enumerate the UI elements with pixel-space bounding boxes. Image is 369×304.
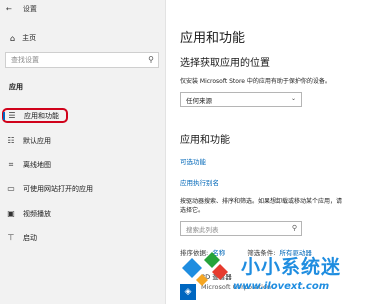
title-bar: ← 设置	[6, 3, 37, 15]
app-aliases-link[interactable]: 应用执行别名	[180, 177, 219, 187]
watermark-url: www.ilovext.com	[233, 281, 330, 292]
home-icon: ⌂	[10, 33, 16, 43]
sidebar-item-label: 视频播放	[23, 209, 51, 218]
apps-list-icon: ☰	[8, 111, 16, 120]
settings-sidebar: ← 设置 ⌂ 主页 查找设置 ⚲ 应用 ☰ 应用和功能 ☷ 默认应用 ⌗ 离线地…	[0, 0, 166, 304]
sidebar-item-label: 默认应用	[23, 136, 51, 145]
watermark-logo-icon	[182, 252, 228, 286]
default-apps-icon: ☷	[7, 136, 15, 145]
search-icon: ⚲	[148, 55, 154, 64]
back-arrow-icon[interactable]: ←	[6, 5, 12, 13]
sidebar-item-startup[interactable]: ⊤ 启动	[6, 230, 37, 245]
source-description: 仅安装 Microsoft Store 中的应用有助于保护你的设备。	[180, 78, 331, 85]
chevron-down-icon: ⌄	[290, 95, 296, 102]
sidebar-item-video-playback[interactable]: ▣ 视频播放	[6, 206, 51, 221]
map-icon: ⌗	[8, 159, 14, 169]
apps-search-placeholder: 搜索此列表	[186, 225, 219, 234]
settings-search-placeholder: 查找设置	[11, 56, 39, 64]
app-source-value: 任何来源	[186, 96, 212, 105]
watermark-brand: 小小系统迷	[241, 256, 342, 278]
sidebar-item-web-apps[interactable]: ▭ 可使用网站打开的应用	[6, 181, 93, 196]
search-icon: ⚲	[291, 224, 297, 232]
web-apps-icon: ▭	[7, 184, 15, 193]
home-label: 主页	[22, 34, 37, 42]
sidebar-item-label: 应用和功能	[24, 111, 59, 120]
sidebar-item-label: 离线地图	[23, 160, 51, 169]
app-source-select[interactable]: 任何来源 ⌄	[180, 92, 302, 107]
sidebar-item-default-apps[interactable]: ☷ 默认应用	[6, 133, 51, 148]
settings-search-input[interactable]: 查找设置 ⚲	[5, 52, 159, 68]
sidebar-item-label: 启动	[23, 233, 37, 242]
sidebar-item-home[interactable]: ⌂ 主页	[10, 33, 36, 43]
optional-features-link[interactable]: 可选功能	[180, 156, 206, 166]
sidebar-section-title: 应用	[9, 83, 23, 91]
page-title: 应用和功能	[180, 31, 246, 46]
video-icon: ▣	[7, 209, 15, 218]
apps-description-line2: 选择它。	[180, 207, 205, 214]
apps-search-input[interactable]: 搜索此列表 ⚲	[180, 221, 302, 236]
apps-description-line1: 按驱动器搜索、排序和筛选。如果想卸载或移动某个应用，请	[180, 198, 343, 205]
watermark: 小小系统迷 www.ilovext.com	[178, 250, 369, 304]
window-title: 设置	[22, 5, 37, 13]
source-heading: 选择获取应用的位置	[180, 58, 270, 69]
active-indicator	[3, 112, 5, 120]
sidebar-item-offline-maps[interactable]: ⌗ 离线地图	[6, 157, 51, 172]
sidebar-item-label: 可使用网站打开的应用	[23, 184, 93, 193]
startup-icon: ⊤	[7, 233, 15, 242]
sidebar-item-apps-features[interactable]: ☰ 应用和功能	[2, 108, 68, 123]
apps-heading: 应用和功能	[180, 135, 230, 146]
